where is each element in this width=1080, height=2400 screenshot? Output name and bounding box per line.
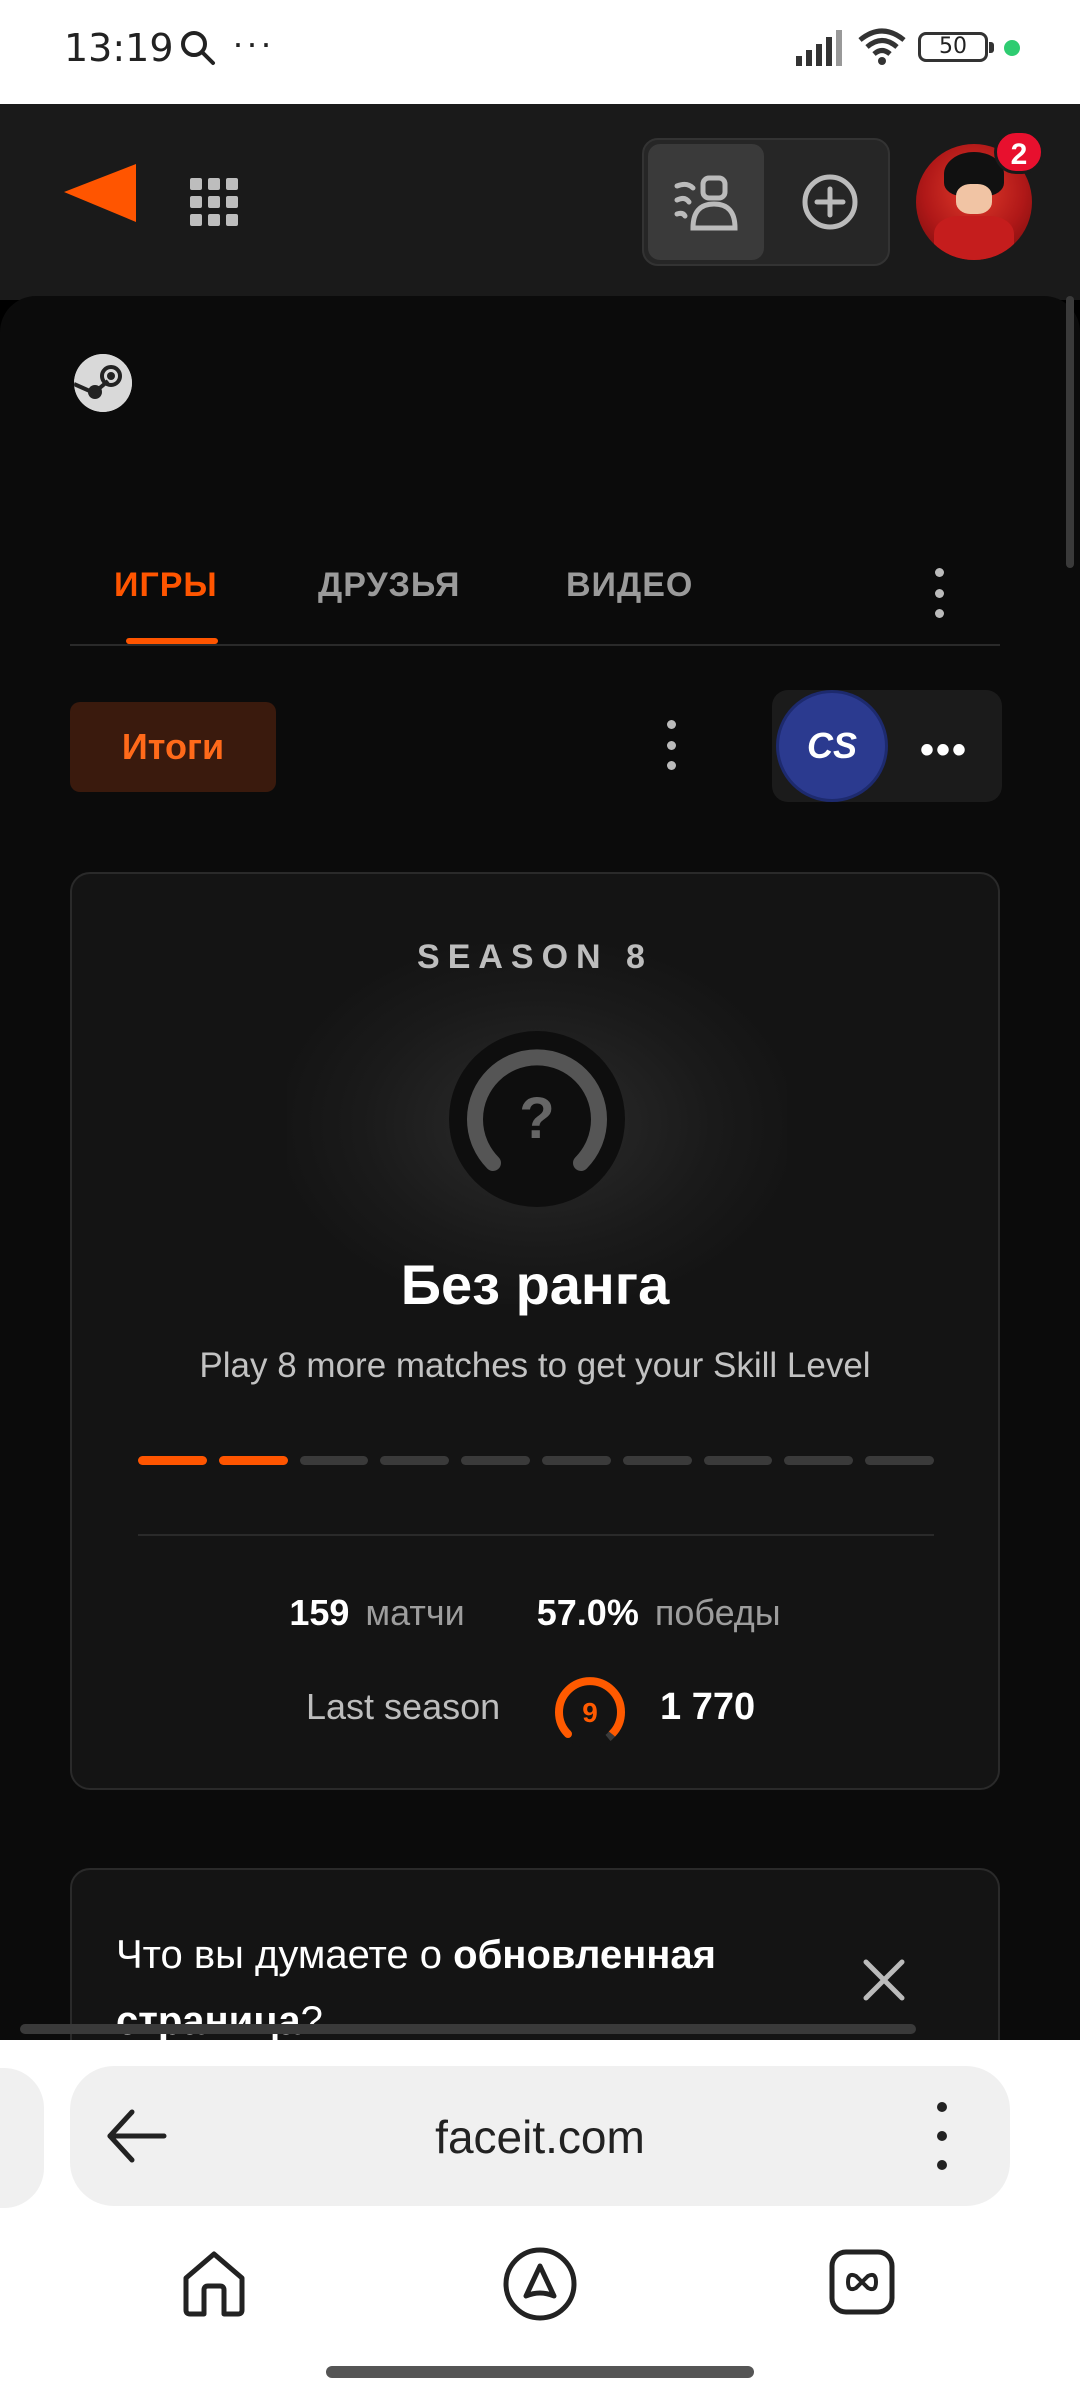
- browser-bar: faceit.com: [0, 2040, 1080, 2400]
- plus-circle-icon: [802, 174, 858, 230]
- last-season-elo: 1 770: [660, 1686, 756, 1728]
- steam-icon[interactable]: [74, 354, 132, 412]
- apps-grid-icon[interactable]: [190, 178, 238, 226]
- browser-menu-icon[interactable]: [936, 2102, 948, 2170]
- game-more-icon[interactable]: •••: [920, 728, 968, 773]
- progress-segment: [622, 1456, 692, 1465]
- friends-button[interactable]: [648, 144, 764, 260]
- matches-label: матчи: [365, 1592, 465, 1633]
- vertical-scrollbar[interactable]: [1066, 296, 1074, 568]
- more-notifications-icon: ···: [232, 22, 274, 63]
- rank-symbol: ?: [519, 1086, 554, 1151]
- progress-segment: [138, 1456, 207, 1465]
- faceit-logo-icon[interactable]: [64, 164, 136, 228]
- progress-segment: [461, 1456, 530, 1465]
- status-bar: 13:19 ··· 50: [0, 0, 1080, 104]
- last-level-value: 9: [582, 1697, 598, 1728]
- skill-level-card: SEASON 8 ? Без ранга Play 8 more matches…: [70, 872, 1000, 1790]
- game-switcher[interactable]: CS •••: [772, 690, 1002, 802]
- last-season-row: Last season 9 1 770: [72, 1674, 998, 1754]
- privacy-indicator-dot: [1004, 40, 1020, 56]
- header-toolgroup: [642, 138, 890, 266]
- url-text[interactable]: faceit.com: [70, 2110, 1010, 2164]
- progress-segment: [541, 1456, 611, 1465]
- progress-segment: [380, 1456, 450, 1465]
- last-season-label: Last season: [306, 1686, 501, 1727]
- tabs-more-icon[interactable]: [932, 568, 946, 618]
- previous-tab-peek[interactable]: [0, 2068, 44, 2208]
- tabs-switcher-icon[interactable]: [828, 2248, 896, 2316]
- progress-segment: [865, 1456, 934, 1465]
- feedback-card: Что вы думаете о обновленная страница?: [70, 1868, 1000, 2042]
- divider: [138, 1534, 934, 1536]
- progress-segment: [299, 1456, 369, 1465]
- app-header: [0, 104, 1080, 300]
- placement-progress: [138, 1456, 934, 1466]
- stats-row: 159 матчи 57.0% победы: [72, 1592, 998, 1634]
- wifi-icon: [858, 28, 906, 65]
- winrate-value: 57.0%: [536, 1592, 639, 1633]
- progress-segment: [218, 1456, 288, 1465]
- matches-value: 159: [289, 1592, 350, 1633]
- status-time: 13:19: [64, 26, 174, 70]
- friends-icon: [674, 175, 738, 231]
- progress-segment: [703, 1456, 773, 1465]
- progress-segment: [784, 1456, 854, 1465]
- home-icon[interactable]: [180, 2248, 248, 2318]
- alice-assistant-icon[interactable]: [502, 2246, 578, 2322]
- tab-games[interactable]: ИГРЫ: [114, 566, 218, 605]
- tab-friends[interactable]: ДРУЗЬЯ: [318, 566, 460, 605]
- create-button[interactable]: [772, 144, 888, 260]
- profile-content: ИГРЫ ДРУЗЬЯ ВИДЕО Итоги CS ••• SEASON 8 …: [0, 296, 1080, 2042]
- rank-title: Без ранга: [400, 1253, 670, 1316]
- battery-icon: 50: [918, 32, 994, 62]
- gesture-bar[interactable]: [326, 2366, 754, 2378]
- signal-icon: [796, 30, 842, 66]
- notification-badge: 2: [994, 130, 1044, 174]
- unranked-level-icon: ?: [449, 1031, 625, 1207]
- profile-tabs: ИГРЫ ДРУЗЬЯ ВИДЕО: [70, 546, 1000, 646]
- winrate-label: победы: [654, 1592, 781, 1633]
- rank-subtitle: Play 8 more matches to get your Skill Le…: [199, 1346, 871, 1385]
- more-options-icon[interactable]: [664, 720, 678, 770]
- skill-level-9-icon: 9: [554, 1676, 626, 1748]
- season-label: SEASON 8: [417, 938, 653, 976]
- close-icon[interactable]: [862, 1958, 906, 2002]
- cs2-logo-icon[interactable]: CS: [776, 690, 888, 802]
- active-tab-indicator: [126, 638, 218, 644]
- summary-button[interactable]: Итоги: [70, 702, 276, 792]
- tab-video[interactable]: ВИДЕО: [566, 566, 693, 605]
- address-bar[interactable]: faceit.com: [70, 2066, 1010, 2206]
- horizontal-scrollbar[interactable]: [20, 2024, 916, 2034]
- search-icon: [181, 31, 215, 65]
